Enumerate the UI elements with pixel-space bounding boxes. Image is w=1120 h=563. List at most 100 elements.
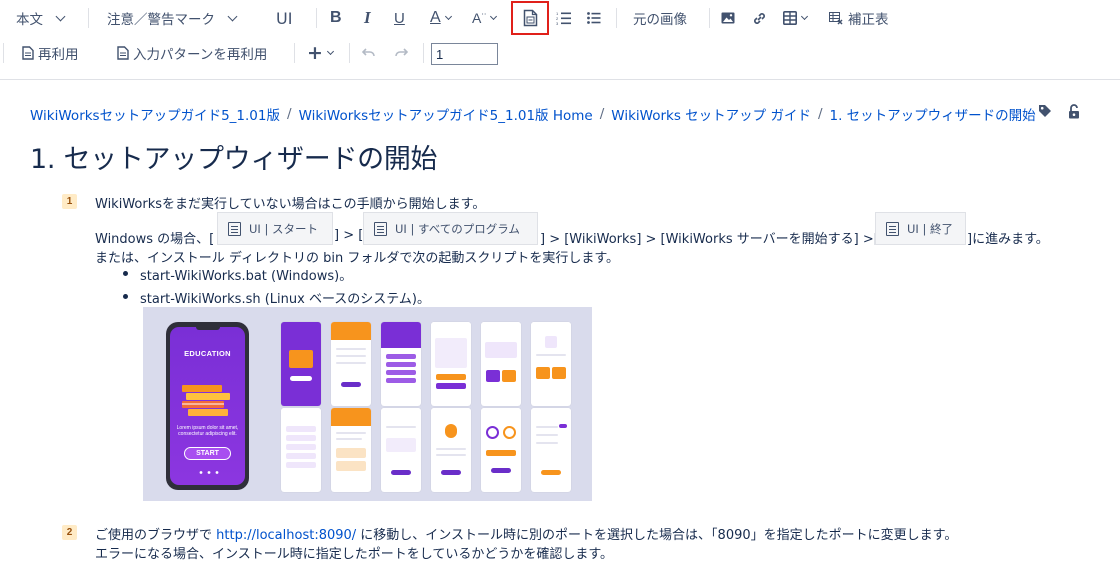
toolbar-divider [709,8,710,28]
text-color-icon: A [430,9,441,26]
breadcrumb-link[interactable]: 1. セットアップウィザードの開始 [830,104,1036,124]
list-item: start-WikiWorks.bat (Windows)。 [140,269,353,284]
toolbar-divider [316,8,317,28]
toolbar-divider [616,8,617,28]
insert-image-button[interactable] [721,0,735,36]
document-icon [22,46,34,60]
pagination-dots-icon [199,471,219,474]
macro-dropdown[interactable]: 注意／警告マーク [107,0,238,36]
unlock-icon[interactable] [1068,104,1080,119]
chevron-down-icon [227,11,238,21]
redo-button[interactable] [394,35,408,71]
insert-more-dropdown[interactable]: + [307,35,334,71]
app-screen-thumbnail [531,408,571,492]
reuse-label: 再利用 [38,47,79,63]
reuse-input-pattern-button[interactable]: 入力パターンを再利用 [117,35,267,71]
correction-table-label: 補正表 [848,12,889,28]
correction-table-button[interactable]: 補正表 [829,0,889,36]
app-screen-thumbnail [481,322,521,406]
plus-icon: + [307,42,323,64]
reuse-button[interactable]: 再利用 [22,35,79,71]
ui-chip-label: UI | すべてのプログラム [395,221,520,236]
table-icon [783,11,797,25]
phone-start-button: START [184,447,231,460]
ui-element-icon [886,221,899,236]
chevron-down-icon [55,11,66,21]
education-app-illustration: EDUCATION Lorem ipsum dolor sit amet, co… [143,307,592,501]
bullet-list-icon [587,12,601,24]
breadcrumb-separator: / [817,106,823,122]
highlight-frame [511,1,549,35]
insert-table-dropdown[interactable] [783,0,809,36]
app-screen-thumbnail [431,322,471,406]
ui-button[interactable]: UI [276,0,292,36]
correction-table-icon [829,11,843,25]
editor-toolbar: 本文 注意／警告マーク UI B I U A A ·· 1 2 3 元の画像 補… [0,0,1120,80]
windows-prefix-text: Windows の場合、[ [95,232,215,247]
page-number-input[interactable] [431,43,498,65]
redo-icon [395,48,408,57]
insert-link-button[interactable] [752,0,767,36]
ellipsis-icon: ·· [481,9,487,19]
chevron-down-icon [444,12,452,21]
app-screen-thumbnail [431,408,471,492]
step-number-badge: 2 [62,525,77,540]
phone-title: EDUCATION [184,349,231,358]
original-image-label: 元の画像 [633,12,687,28]
bullet-list-button[interactable] [587,0,601,36]
localhost-link[interactable]: http://localhost:8090/ [216,528,356,543]
paragraph-style-label: 本文 [16,12,43,28]
undo-icon [362,48,375,57]
ui-chip-all-programs: UI | すべてのプログラム [363,212,538,245]
phone-notch [196,326,220,330]
ui-chip-label: UI | 終了 [907,221,953,236]
bold-label: B [330,9,342,26]
path-suffix-text: ]に進みます。 [967,232,1049,247]
breadcrumb-separator: / [287,106,292,122]
breadcrumb-separator: / [599,106,605,122]
toolbar-divider [88,8,89,28]
macro-label: 注意／警告マーク [107,12,215,28]
bold-button[interactable]: B [330,0,342,36]
ui-element-icon [228,221,241,236]
page-title: 1. セットアップウィザードの開始 [30,144,438,175]
books-icon [182,385,230,416]
step2-text-after: に移動し、インストール時に別のポートを選択した場合は、「8090」を指定したポー… [356,528,958,543]
text-style-dropdown[interactable]: A ·· [472,0,498,36]
breadcrumb-link[interactable]: WikiWorksセットアップガイド5_1.01版 Home [299,104,593,124]
paragraph-style-dropdown[interactable]: 本文 [16,0,66,36]
list-item: start-WikiWorks.sh (Linux ベースのシステム)。 [140,292,430,307]
numbered-list-button[interactable]: 1 2 3 [556,0,572,36]
app-screen-thumbnail [381,408,421,492]
reuse-input-pattern-label: 入力パターンを再利用 [133,47,268,63]
breadcrumb-link[interactable]: WikiWorks セットアップ ガイド [611,104,811,124]
document-icon [117,46,129,60]
app-screen-thumbnail [281,408,321,492]
breadcrumb-link[interactable]: WikiWorksセットアップガイド5_1.01版 [30,104,280,124]
italic-label: I [364,8,371,27]
toolbar-divider [423,43,424,63]
undo-button[interactable] [362,35,376,71]
chevron-down-icon [800,12,809,21]
step2-instruction-text: ご使用のブラウザで http://localhost:8090/ に移動し、イン… [95,524,957,543]
app-screen-thumbnail [531,322,571,406]
step2-text-before: ご使用のブラウザで [95,528,217,543]
ui-chip-exit: UI | 終了 [875,212,966,245]
app-screen-thumbnail [381,322,421,406]
step2-error-note: エラーになる場合、インストール時に指定したポートをしているかどうかを確認します。 [95,547,614,562]
app-screen-thumbnail [481,408,521,492]
phone-screen: EDUCATION Lorem ipsum dolor sit amet, co… [170,327,245,485]
underline-label: U [394,9,405,27]
chevron-down-icon [490,12,498,21]
ui-chip-label: UI | スタート [249,221,318,236]
text-color-dropdown[interactable]: A [430,0,452,36]
italic-button[interactable]: I [364,0,371,36]
toolbar-divider [349,43,350,63]
app-screen-thumbnail [331,408,371,492]
image-icon [721,12,735,24]
phone-body-text: Lorem ipsum dolor sit amet, consectetur … [176,425,239,437]
underline-button[interactable]: U [394,0,405,36]
original-image-button[interactable]: 元の画像 [633,0,687,36]
label-tag-icon[interactable] [1038,104,1052,118]
bullet-point [123,294,128,299]
